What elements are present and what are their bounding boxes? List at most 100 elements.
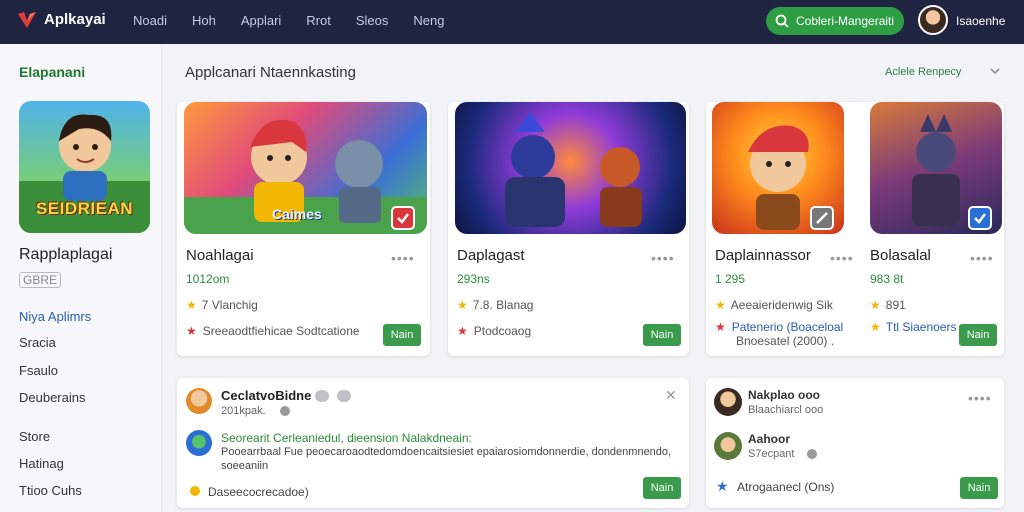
filter-label[interactable]: Aclele Renpecy [885, 66, 961, 78]
review-footer: Daseecocrecadoe) [208, 485, 309, 499]
user-name[interactable]: Isaoenhe [956, 14, 1005, 28]
app-name-3: Daplainnassor [715, 247, 811, 264]
brand-logo[interactable]: Aplkayai [16, 8, 106, 30]
more-options-icon[interactable]: •••• [651, 250, 675, 266]
nav-item-6[interactable]: Neng [413, 13, 444, 28]
app-name-1: Noahlagai [186, 247, 254, 264]
app-info-text-2: Ptodcoaog [473, 324, 532, 338]
star-icon: ★ [715, 320, 726, 334]
globe-icon [280, 406, 290, 416]
sidebar-link-2[interactable]: Sracia [19, 335, 56, 350]
check-icon [968, 206, 992, 230]
app-meta-2: 293ns [457, 272, 490, 286]
app-info-link-4[interactable]: Ttl Siaenoers [886, 320, 957, 334]
app-meta-1: 1012om [186, 272, 230, 286]
sidebar-link-4[interactable]: Deuberains [19, 390, 86, 405]
review-card[interactable]: CeclatvoBidne 201kpak. ✕ Seorearit Cerle… [177, 378, 689, 508]
more-options-icon[interactable]: •••• [970, 250, 994, 266]
activity-item-2-sub: S7ecpant [748, 448, 795, 460]
more-options-icon[interactable]: •••• [968, 390, 992, 406]
app-thumb-3[interactable] [712, 102, 844, 234]
review-sub: 201kpak. [221, 405, 266, 417]
nav-item-1[interactable]: Noadi [133, 13, 167, 28]
main-nav: Noadi Hoh Applari Rrot Sleos Neng [133, 13, 469, 28]
activity-card[interactable]: Nakplao ooo Blaachiarcl ooo •••• Aahoor … [706, 378, 1004, 508]
tool-icon [810, 206, 834, 230]
app-thumb-2[interactable] [455, 102, 686, 234]
star-icon: ★ [457, 324, 468, 338]
review-title: CeclatvoBidne [221, 388, 312, 403]
star-icon: ★ [870, 320, 881, 334]
avatar [186, 388, 212, 414]
sidebar-link-3[interactable]: Fsaulo [19, 363, 58, 378]
app-rating-text-4: 891 [885, 298, 906, 312]
install-button-1[interactable]: Nain [383, 324, 421, 346]
app-rating-2: ★ 7.8. Blanag [457, 298, 533, 312]
install-button-4[interactable]: Nain [959, 324, 997, 346]
brand-icon [18, 12, 36, 28]
main-title: Applcanari Ntaennkasting [185, 64, 356, 81]
star-icon: ★ [716, 478, 729, 494]
cta-button[interactable]: Cobleri-Mangeraiti [766, 7, 904, 35]
check-icon [391, 206, 415, 230]
star-icon: ★ [870, 298, 881, 312]
more-options-icon[interactable]: •••• [830, 250, 854, 266]
app-name-2: Daplagast [457, 247, 525, 264]
star-icon: ★ [186, 298, 197, 312]
app-rating-1: ★ 7 Vlanchig [186, 298, 258, 312]
close-icon[interactable]: ✕ [665, 387, 677, 404]
nav-item-3[interactable]: Applari [241, 13, 281, 28]
sidebar: Elapanani SEIDRIEAN Rapplaplagai GBRE Ni… [0, 44, 162, 512]
app-card-2[interactable]: Daplagast •••• 293ns ★ 7.8. Blanag ★ Pto… [448, 102, 689, 356]
app-card-1[interactable]: Caimes Noahlagai •••• 1012om ★ 7 Vlanchi… [177, 102, 430, 356]
user-avatar[interactable] [918, 5, 948, 35]
app-info-link-3[interactable]: Patenerio (Boaceloal [732, 320, 843, 334]
review-body-2: soeeaniin [221, 460, 269, 472]
sidebar-title: Elapanani [19, 64, 86, 80]
sidebar-link-5[interactable]: Store [19, 429, 50, 444]
brand-name: Aplkayai [44, 10, 106, 28]
nav-item-5[interactable]: Sleos [356, 13, 389, 28]
nav-item-4[interactable]: Rrot [306, 13, 331, 28]
featured-app-image[interactable]: SEIDRIEAN [19, 101, 150, 233]
cta-label: Cobleri-Mangeraiti [796, 14, 895, 28]
app-meta-3: 1 295 [715, 272, 746, 286]
app-thumb-1[interactable]: Caimes [184, 102, 427, 234]
featured-caption: SEIDRIEAN [35, 199, 134, 218]
sidebar-link-6[interactable]: Hatinag [19, 456, 64, 471]
tag-pill [337, 390, 351, 402]
app-meta-4: 983 8t [870, 272, 904, 286]
activity-item-1-sub: Blaachiarcl ooo [748, 404, 824, 416]
featured-app-name[interactable]: Rapplaplagai [19, 246, 112, 264]
app-rating-text-2: 7.8. Blanag [472, 298, 534, 312]
install-button-2[interactable]: Nain [643, 324, 681, 346]
activity-item-2-title: Aahoor [748, 432, 790, 446]
review-body: Pooearrbaal Fue peoecaroaodtedomdoencait… [221, 446, 671, 458]
more-options-icon[interactable]: •••• [391, 250, 415, 266]
activity-action-button[interactable]: Nain [960, 477, 998, 499]
top-bar: Aplkayai Noadi Hoh Applari Rrot Sleos Ne… [0, 0, 1024, 44]
globe-icon [807, 449, 817, 459]
sidebar-link-1[interactable]: Niya Aplimrs [19, 309, 91, 324]
app-info-1: ★ Sreeaodtfiehicae Sodtcatione [186, 324, 360, 338]
app-info-4: ★ Ttl Siaenoers [870, 320, 956, 334]
coin-icon [190, 486, 200, 496]
app-info-text-3: Bnoesatel (2000) . [736, 334, 835, 348]
app-name-4: Bolasalal [870, 247, 931, 264]
star-icon: ★ [186, 324, 197, 338]
nav-item-2[interactable]: Hoh [192, 13, 216, 28]
star-icon: ★ [457, 298, 468, 312]
app-rating-3: ★ Aeeaieridenwig Sik [715, 298, 833, 312]
app-rating-text-1: 7 Vlanchig [201, 298, 258, 312]
review-headline: Seorearit Cerleaniedul, dieension Nalakd… [221, 431, 472, 445]
app-rating-4: ★ 891 [870, 298, 906, 312]
avatar [714, 388, 742, 416]
chevron-down-icon[interactable] [988, 64, 1002, 78]
avatar [714, 432, 742, 460]
sidebar-link-7[interactable]: Ttioo Cuhs [19, 483, 82, 498]
app-card-3[interactable]: Daplainnassor •••• Bolasalal •••• 1 295 … [706, 102, 1004, 356]
app-art-2 [505, 112, 642, 227]
app-info-text-1: Sreeaodtfiehicae Sodtcatione [202, 324, 360, 338]
app-thumb-4[interactable] [870, 102, 1002, 234]
review-action-button[interactable]: Nain [643, 477, 681, 499]
